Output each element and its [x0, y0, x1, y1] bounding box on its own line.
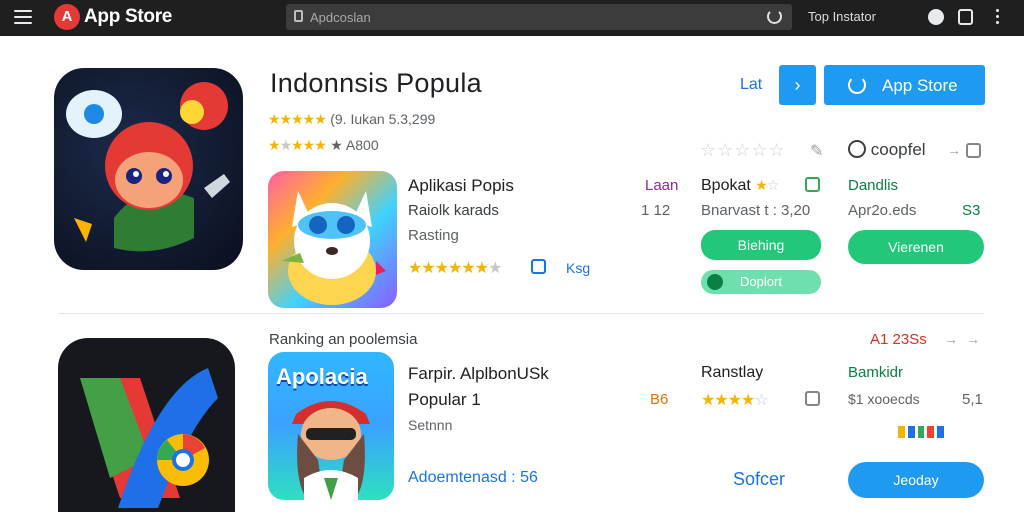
top-installer-link[interactable]: Top Instator	[808, 9, 876, 24]
arrow-right-icon[interactable]: →	[966, 331, 980, 347]
featured-rating-text: (9. Iukan 5.3,299	[330, 111, 436, 127]
app2-col3-count: 5,1	[962, 391, 983, 408]
search-bar[interactable]	[286, 4, 792, 30]
app1-meta: Rasting	[408, 227, 459, 244]
app1-col3-count: S3	[962, 202, 981, 219]
arrow-right-icon[interactable]: →	[944, 331, 958, 347]
app2-col3-title: Bamkidr	[848, 364, 904, 381]
star-rating-icon: ★★★★★	[268, 111, 327, 127]
lock-icon	[294, 10, 303, 22]
star-rating-icon: ★★★★☆	[701, 392, 769, 409]
share-icon[interactable]	[966, 143, 981, 158]
app-store-button[interactable]: App Store	[824, 65, 985, 105]
coopfel-icon	[848, 140, 866, 158]
app-store-button-label: App Store	[882, 76, 958, 95]
arrow-right-icon[interactable]: →	[947, 142, 961, 158]
section2-heading: Ranking an poolemsia	[269, 331, 418, 348]
app2-col2-rating: ★★★★☆	[701, 390, 769, 410]
app2-col2-box-icon[interactable]	[805, 391, 820, 406]
next-arrow-button[interactable]: ›	[779, 65, 816, 105]
featured-title: Indonnsis Popula	[270, 68, 482, 98]
app2-name[interactable]: Farpir. AlplbonUSk	[408, 364, 549, 384]
app2-meta: Setnnn	[408, 417, 453, 433]
header-link[interactable]: Lat	[740, 76, 762, 94]
empty-star-rating-icon[interactable]: ☆☆☆☆☆	[700, 140, 786, 161]
top-bar: A App Store Top Instator	[0, 0, 1024, 36]
app2-col2-title: Ranstlay	[701, 364, 764, 381]
second-app-icon[interactable]	[58, 338, 235, 512]
featured-app-icon[interactable]	[54, 68, 243, 270]
app1-info-icon[interactable]	[531, 259, 546, 274]
app1-col2-check-icon[interactable]	[805, 177, 820, 192]
section-divider	[58, 313, 984, 314]
panda-mascot-illustration	[282, 191, 386, 305]
coopfel-label: coopfel	[848, 140, 926, 160]
app1-col2-sub: Bnarvast t : 3,20	[701, 202, 811, 219]
app1-badge: Laan	[645, 177, 679, 194]
star-rating-icon: ★★★★★★★	[408, 260, 502, 277]
app2-subtitle: Popular 1	[408, 390, 481, 409]
search-input[interactable]	[310, 7, 750, 27]
app2-icon[interactable]: Apolacia	[268, 352, 394, 500]
app2-col3-sub: $1 xooecds	[848, 391, 920, 407]
app1-name[interactable]: Aplikasi Popis	[408, 176, 514, 196]
app1-count: 1 12	[641, 202, 671, 219]
app1-col2-button[interactable]: Biehing	[701, 230, 821, 260]
app1-col3-sub: Apr2o.eds	[848, 202, 917, 219]
colorful-x-logo-illustration	[80, 368, 218, 508]
color-swatches	[898, 426, 944, 438]
app1-subtitle: Raiolk karads	[408, 202, 499, 219]
refresh-icon	[848, 76, 866, 94]
download-icon	[707, 274, 723, 290]
app-title: App Store	[84, 6, 173, 27]
app2-get-button[interactable]: Jeoday	[848, 462, 984, 498]
more-options-icon[interactable]	[996, 9, 1000, 25]
app1-col3-button[interactable]: Vierenen	[848, 230, 984, 264]
notification-icon[interactable]	[928, 9, 944, 25]
app1-icon[interactable]	[268, 171, 397, 308]
mascot-illustration	[66, 82, 230, 252]
bookmark-icon[interactable]	[958, 9, 973, 25]
app2-col2-link[interactable]: Sofcer	[733, 469, 785, 490]
tool-icon[interactable]: ✎	[810, 141, 823, 161]
app-store-logo: A	[54, 4, 80, 30]
app1-col3-title: Dandlis	[848, 177, 899, 194]
reload-icon[interactable]	[767, 9, 782, 24]
app1-col2-title: Bpokat ★☆	[701, 177, 779, 194]
featured-rating-text-2: ★ A800	[330, 137, 379, 153]
featured-rating-row2: ★★★★★ ★ A800	[268, 137, 379, 155]
star-rating-icon: ★★★★★	[268, 137, 327, 153]
app2-downloads: Adoemtenasd : 56	[408, 469, 538, 486]
hamburger-menu-icon[interactable]	[14, 10, 32, 24]
app1-rating: ★★★★★★★	[408, 258, 502, 278]
app1-col2-button2[interactable]: Doplort	[701, 270, 821, 294]
app1-rating-tag[interactable]: Ksg	[566, 260, 590, 276]
featured-rating-stars: ★★★★★ (9. Iukan 5.3,299	[268, 111, 435, 129]
section2-tag: A1 23Ss	[870, 331, 927, 348]
character-illustration	[292, 401, 370, 500]
app2-badge: B6	[650, 391, 669, 408]
